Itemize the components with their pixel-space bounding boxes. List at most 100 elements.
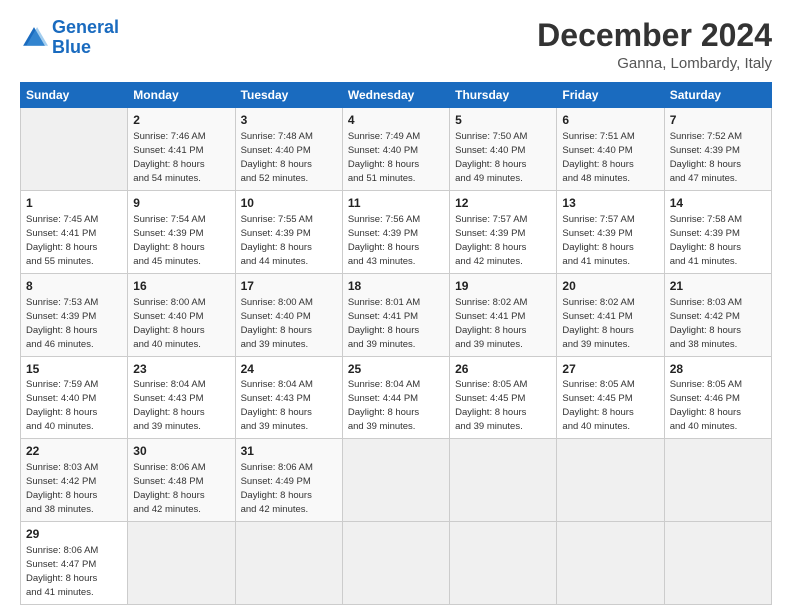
day-number: 27 (562, 361, 658, 378)
day-number: 30 (133, 443, 229, 460)
calendar-row: 8 Sunrise: 7:53 AMSunset: 4:39 PMDayligh… (21, 273, 772, 356)
day-number: 23 (133, 361, 229, 378)
calendar-cell (557, 439, 664, 522)
day-info: Sunrise: 7:46 AMSunset: 4:41 PMDaylight:… (133, 131, 205, 184)
day-info: Sunrise: 8:01 AMSunset: 4:41 PMDaylight:… (348, 297, 420, 350)
calendar-cell: 1 Sunrise: 7:45 AMSunset: 4:41 PMDayligh… (21, 190, 128, 273)
calendar-cell: 10 Sunrise: 7:55 AMSunset: 4:39 PMDaylig… (235, 190, 342, 273)
logo-text: General Blue (52, 18, 119, 58)
day-info: Sunrise: 8:00 AMSunset: 4:40 PMDaylight:… (241, 297, 313, 350)
calendar-cell: 21 Sunrise: 8:03 AMSunset: 4:42 PMDaylig… (664, 273, 771, 356)
day-info: Sunrise: 7:45 AMSunset: 4:41 PMDaylight:… (26, 214, 98, 267)
day-number: 22 (26, 443, 122, 460)
calendar-cell: 28 Sunrise: 8:05 AMSunset: 4:46 PMDaylig… (664, 356, 771, 439)
calendar-cell: 16 Sunrise: 8:00 AMSunset: 4:40 PMDaylig… (128, 273, 235, 356)
day-number: 3 (241, 112, 337, 129)
day-info: Sunrise: 8:03 AMSunset: 4:42 PMDaylight:… (670, 297, 742, 350)
calendar-row: 22 Sunrise: 8:03 AMSunset: 4:42 PMDaylig… (21, 439, 772, 522)
day-number: 4 (348, 112, 444, 129)
day-number: 21 (670, 278, 766, 295)
day-info: Sunrise: 8:04 AMSunset: 4:44 PMDaylight:… (348, 379, 420, 432)
day-info: Sunrise: 7:48 AMSunset: 4:40 PMDaylight:… (241, 131, 313, 184)
calendar-cell: 14 Sunrise: 7:58 AMSunset: 4:39 PMDaylig… (664, 190, 771, 273)
day-info: Sunrise: 7:53 AMSunset: 4:39 PMDaylight:… (26, 297, 98, 350)
calendar-row: 2 Sunrise: 7:46 AMSunset: 4:41 PMDayligh… (21, 108, 772, 191)
logo: General Blue (20, 18, 119, 58)
day-number: 18 (348, 278, 444, 295)
day-info: Sunrise: 8:06 AMSunset: 4:48 PMDaylight:… (133, 462, 205, 515)
calendar-table: SundayMondayTuesdayWednesdayThursdayFrid… (20, 82, 772, 605)
logo-icon (20, 24, 48, 52)
logo-line1: General (52, 17, 119, 37)
page: General Blue December 2024 Ganna, Lombar… (0, 0, 792, 612)
calendar-cell: 13 Sunrise: 7:57 AMSunset: 4:39 PMDaylig… (557, 190, 664, 273)
day-info: Sunrise: 7:55 AMSunset: 4:39 PMDaylight:… (241, 214, 313, 267)
day-number: 14 (670, 195, 766, 212)
calendar-header-cell: Saturday (664, 83, 771, 108)
calendar-header-row: SundayMondayTuesdayWednesdayThursdayFrid… (21, 83, 772, 108)
day-number: 11 (348, 195, 444, 212)
calendar-cell: 2 Sunrise: 7:46 AMSunset: 4:41 PMDayligh… (128, 108, 235, 191)
calendar-body: 2 Sunrise: 7:46 AMSunset: 4:41 PMDayligh… (21, 108, 772, 605)
calendar-cell: 31 Sunrise: 8:06 AMSunset: 4:49 PMDaylig… (235, 439, 342, 522)
day-number: 16 (133, 278, 229, 295)
day-info: Sunrise: 7:57 AMSunset: 4:39 PMDaylight:… (455, 214, 527, 267)
calendar-cell: 12 Sunrise: 7:57 AMSunset: 4:39 PMDaylig… (450, 190, 557, 273)
day-number: 29 (26, 526, 122, 543)
calendar-cell (342, 522, 449, 605)
day-info: Sunrise: 7:54 AMSunset: 4:39 PMDaylight:… (133, 214, 205, 267)
day-number: 6 (562, 112, 658, 129)
day-number: 17 (241, 278, 337, 295)
day-number: 10 (241, 195, 337, 212)
calendar-header-cell: Wednesday (342, 83, 449, 108)
calendar-row: 15 Sunrise: 7:59 AMSunset: 4:40 PMDaylig… (21, 356, 772, 439)
header: General Blue December 2024 Ganna, Lombar… (20, 18, 772, 72)
day-number: 13 (562, 195, 658, 212)
subtitle: Ganna, Lombardy, Italy (537, 55, 772, 72)
calendar-cell: 25 Sunrise: 8:04 AMSunset: 4:44 PMDaylig… (342, 356, 449, 439)
calendar-cell: 6 Sunrise: 7:51 AMSunset: 4:40 PMDayligh… (557, 108, 664, 191)
calendar-cell: 11 Sunrise: 7:56 AMSunset: 4:39 PMDaylig… (342, 190, 449, 273)
day-number: 25 (348, 361, 444, 378)
calendar-cell (664, 522, 771, 605)
day-number: 19 (455, 278, 551, 295)
calendar-header-cell: Friday (557, 83, 664, 108)
day-info: Sunrise: 7:52 AMSunset: 4:39 PMDaylight:… (670, 131, 742, 184)
calendar-cell: 3 Sunrise: 7:48 AMSunset: 4:40 PMDayligh… (235, 108, 342, 191)
calendar-cell (21, 108, 128, 191)
calendar-cell: 27 Sunrise: 8:05 AMSunset: 4:45 PMDaylig… (557, 356, 664, 439)
day-info: Sunrise: 8:02 AMSunset: 4:41 PMDaylight:… (455, 297, 527, 350)
calendar-cell: 17 Sunrise: 8:00 AMSunset: 4:40 PMDaylig… (235, 273, 342, 356)
calendar-cell (557, 522, 664, 605)
day-number: 2 (133, 112, 229, 129)
day-info: Sunrise: 7:51 AMSunset: 4:40 PMDaylight:… (562, 131, 634, 184)
calendar-cell: 29 Sunrise: 8:06 AMSunset: 4:47 PMDaylig… (21, 522, 128, 605)
day-info: Sunrise: 7:56 AMSunset: 4:39 PMDaylight:… (348, 214, 420, 267)
day-number: 9 (133, 195, 229, 212)
day-number: 28 (670, 361, 766, 378)
calendar-cell: 30 Sunrise: 8:06 AMSunset: 4:48 PMDaylig… (128, 439, 235, 522)
day-info: Sunrise: 8:04 AMSunset: 4:43 PMDaylight:… (133, 379, 205, 432)
calendar-header-cell: Thursday (450, 83, 557, 108)
day-number: 8 (26, 278, 122, 295)
calendar-row: 1 Sunrise: 7:45 AMSunset: 4:41 PMDayligh… (21, 190, 772, 273)
day-info: Sunrise: 8:03 AMSunset: 4:42 PMDaylight:… (26, 462, 98, 515)
calendar-cell (450, 522, 557, 605)
calendar-cell: 18 Sunrise: 8:01 AMSunset: 4:41 PMDaylig… (342, 273, 449, 356)
day-number: 15 (26, 361, 122, 378)
calendar-row: 29 Sunrise: 8:06 AMSunset: 4:47 PMDaylig… (21, 522, 772, 605)
day-number: 26 (455, 361, 551, 378)
main-title: December 2024 (537, 18, 772, 53)
calendar-cell: 24 Sunrise: 8:04 AMSunset: 4:43 PMDaylig… (235, 356, 342, 439)
day-info: Sunrise: 8:06 AMSunset: 4:49 PMDaylight:… (241, 462, 313, 515)
day-info: Sunrise: 8:05 AMSunset: 4:45 PMDaylight:… (455, 379, 527, 432)
day-number: 24 (241, 361, 337, 378)
calendar-cell: 15 Sunrise: 7:59 AMSunset: 4:40 PMDaylig… (21, 356, 128, 439)
calendar-cell: 4 Sunrise: 7:49 AMSunset: 4:40 PMDayligh… (342, 108, 449, 191)
day-info: Sunrise: 7:49 AMSunset: 4:40 PMDaylight:… (348, 131, 420, 184)
day-number: 31 (241, 443, 337, 460)
calendar-cell: 7 Sunrise: 7:52 AMSunset: 4:39 PMDayligh… (664, 108, 771, 191)
calendar-header-cell: Monday (128, 83, 235, 108)
day-number: 20 (562, 278, 658, 295)
logo-line2: Blue (52, 37, 91, 57)
